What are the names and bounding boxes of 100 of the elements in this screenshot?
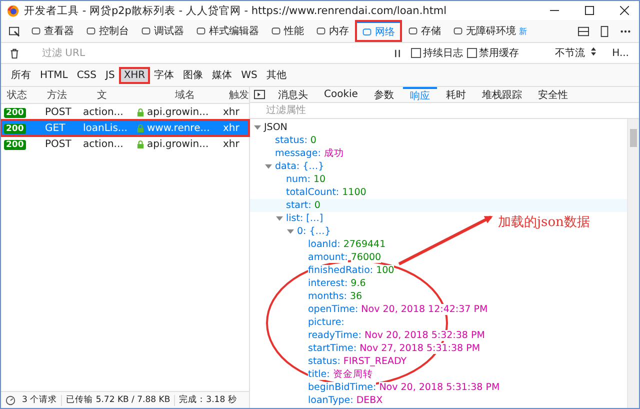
detail-tab[interactable]: 消息头 [271, 86, 315, 102]
json-key: startTime: [308, 343, 357, 354]
type-filter-button[interactable]: 其他 [262, 66, 290, 84]
panel-toggle-icon[interactable] [254, 89, 265, 100]
request-row[interactable]: 200 GET loanLis... www.renre... xhr [1, 120, 249, 136]
tab-icon [362, 27, 372, 37]
column-header[interactable]: 方法 [41, 88, 91, 102]
json-value: {…} [309, 226, 331, 237]
tab-icon [31, 26, 41, 36]
trash-icon[interactable] [9, 48, 20, 58]
up-down-arrows-icon[interactable] [591, 47, 596, 56]
expand-triangle-icon[interactable] [265, 163, 272, 170]
request-row[interactable]: 200 POST action... api.growin... xhr [1, 104, 249, 120]
devtools-tab[interactable]: 样式编辑器 [191, 21, 264, 41]
file-cell-text: action... [83, 106, 124, 118]
detail-tab[interactable]: 安全性 [530, 86, 575, 102]
json-value: Nov 20, 2018 12:42:37 PM [361, 304, 488, 315]
json-value: 100 [376, 265, 394, 276]
json-value: 成功 [324, 147, 344, 160]
devtools-tab[interactable]: 内存 [311, 21, 354, 41]
browser-logo-icon [7, 4, 19, 16]
json-value: 0 [314, 200, 320, 211]
devtools-tab[interactable]: 查看器 [26, 21, 79, 41]
har-menu[interactable]: H... [606, 48, 635, 58]
column-header[interactable]: 状态 [1, 88, 41, 102]
expand-triangle-icon[interactable] [276, 215, 283, 222]
json-value: 0 [310, 135, 316, 146]
domain-cell: www.renre... [147, 122, 210, 134]
throttle-dropdown[interactable]: 不节流 [549, 46, 602, 60]
column-header[interactable]: 触发 [223, 88, 249, 102]
json-value: {…} [302, 161, 324, 172]
json-value: 36 [350, 291, 362, 302]
json-key: interest: [308, 278, 348, 289]
method-cell-text: GET [44, 122, 66, 134]
json-key: status: [275, 135, 308, 146]
window-title: 开发者工具 - 网贷p2p散标列表 - 人人贷官网 - https://www.renrendai.com/loan.html [24, 4, 447, 18]
scrollbar[interactable] [627, 119, 639, 408]
json-value: […] [306, 213, 324, 224]
lock-icon [137, 108, 144, 116]
json-value: 1100 [342, 187, 366, 198]
tab-icon [196, 26, 206, 36]
transferred-size: 已传输 5.72 KB / 7.88 KB [66, 394, 170, 406]
layout-icon[interactable] [578, 26, 589, 36]
status-badge: 200 [4, 108, 26, 118]
json-key: 0: [297, 226, 306, 237]
detail-tab[interactable]: 堆栈跟踪 [474, 86, 529, 102]
type-filter-button[interactable]: 字体 [150, 66, 178, 84]
devtools-tab[interactable]: 性能 [266, 21, 309, 41]
method-cell-text: POST [44, 138, 72, 150]
json-key: list: [286, 213, 304, 224]
json-key: months: [308, 291, 347, 302]
detail-tab[interactable]: 耗时 [438, 86, 473, 102]
domain-cell: api.growin... [147, 106, 209, 118]
json-key: beginBidTime: [308, 382, 376, 393]
type-filter-button[interactable]: CSS [72, 68, 101, 82]
type-filter-button[interactable]: HTML [36, 68, 72, 82]
cause-cell: xhr [223, 106, 240, 118]
tab-icon [408, 26, 418, 36]
json-value: Nov 20, 2018 5:31:38 PM [379, 382, 500, 393]
responsive-icon[interactable] [599, 26, 610, 36]
status-badge: 200 [4, 124, 26, 134]
json-root-label[interactable]: JSON [264, 122, 288, 133]
close-icon[interactable] [620, 6, 629, 15]
devtools-tab[interactable]: 控制台 [81, 21, 134, 41]
option-checkbox[interactable]: 持续日志 [411, 46, 463, 60]
performance-icon[interactable] [5, 394, 16, 406]
json-key: data: [275, 161, 300, 172]
json-key: finishedRatio: [308, 265, 374, 276]
json-key: readyTime: [308, 330, 362, 341]
type-filter-button[interactable]: 所有 [7, 66, 35, 84]
detail-tab[interactable]: Cookie [317, 86, 365, 102]
json-value: FIRST_READY [343, 356, 407, 367]
devtools-tab[interactable]: 调试器 [136, 21, 189, 41]
request-count: 3 个请求 [22, 394, 58, 406]
json-key: loanType: [308, 395, 354, 406]
type-filter-button[interactable]: XHR [120, 68, 150, 82]
detail-tab[interactable]: 参数 [366, 86, 401, 102]
maximize-icon[interactable] [585, 6, 594, 15]
json-value: DEBX [356, 395, 383, 406]
json-value: 资金周转 [332, 368, 373, 381]
column-header[interactable]: 域名 [141, 88, 223, 102]
tab-icon [453, 26, 463, 36]
cause-cell: xhr [223, 122, 240, 134]
type-filter-button[interactable]: WS [237, 68, 262, 82]
json-key: message: [275, 148, 321, 159]
annotation-text: 加载的json数据 [498, 214, 590, 231]
expand-triangle-icon[interactable] [287, 228, 294, 235]
json-key: status: [308, 356, 340, 367]
type-filter-button[interactable]: 图像 [179, 66, 208, 84]
devtools-tab[interactable]: 无障碍环境 新 [448, 21, 532, 41]
pause-icon[interactable] [392, 48, 403, 58]
column-header[interactable]: 文 [91, 88, 141, 102]
devtools-tab[interactable]: 存储 [403, 21, 446, 41]
expand-triangle-icon[interactable] [254, 124, 261, 131]
type-filter-button[interactable]: 媒体 [208, 66, 236, 84]
element-picker-icon[interactable] [9, 26, 20, 36]
new-label: 新 [519, 26, 527, 36]
request-row[interactable]: 200 POST action... api.growin... xhr [1, 136, 249, 152]
type-filter-button[interactable]: JS [102, 68, 119, 82]
option-checkbox[interactable]: 禁用缓存 [467, 46, 519, 60]
